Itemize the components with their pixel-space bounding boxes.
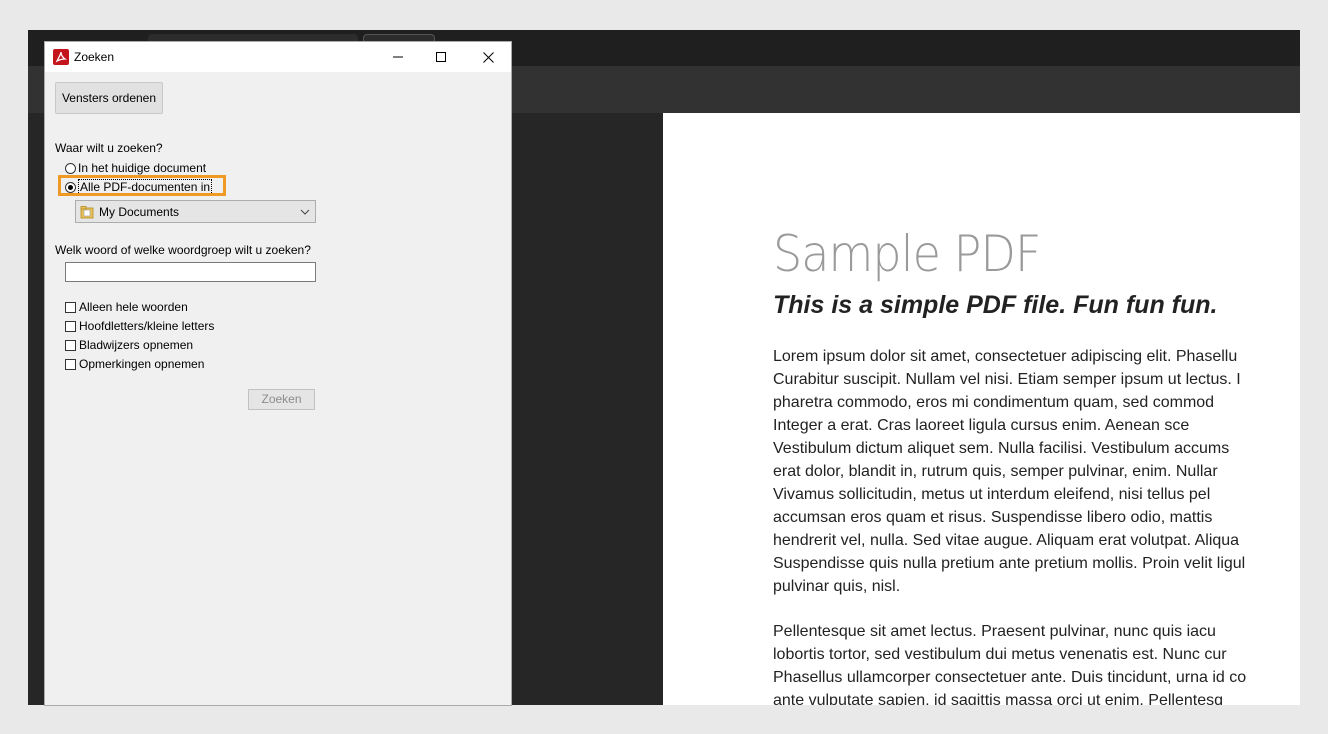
checkbox[interactable] <box>65 339 76 351</box>
close-button[interactable] <box>465 42 511 72</box>
checkbox[interactable] <box>65 301 76 313</box>
pdf-line: pharetra commodo, eros mi condimentum qu… <box>773 394 1215 411</box>
chevron-down-icon <box>300 209 310 215</box>
radio-current-document[interactable]: In het huidige document <box>65 160 206 176</box>
checkbox-label: Bladwijzers opnemen <box>79 338 194 352</box>
option-match-case[interactable]: Hoofdletters/kleine letters <box>65 318 214 334</box>
minimize-icon <box>393 56 403 58</box>
pdf-title: Sample PDF <box>773 225 1041 283</box>
checkbox-label: Opmerkingen opnemen <box>79 357 205 371</box>
dialog-titlebar[interactable]: Zoeken <box>45 42 511 72</box>
pdf-paragraph-2: Pellentesque sit amet lectus. Praesent p… <box>773 620 1300 705</box>
pdf-line: Curabitur suscipit. Nullam vel nisi. Eti… <box>773 371 1241 388</box>
pdf-line: Suspendisse quis nulla pretium ante pret… <box>773 555 1246 572</box>
search-dialog: Zoeken Vensters ordenen Waar wilt u zoek… <box>45 42 511 705</box>
search-input[interactable] <box>65 262 316 282</box>
option-include-bookmarks[interactable]: Bladwijzers opnemen <box>65 337 193 353</box>
pdf-line: Phasellus ullamcorper consectetuer ante.… <box>773 669 1247 686</box>
option-whole-words[interactable]: Alleen hele woorden <box>65 299 188 315</box>
acrobat-icon <box>53 49 69 65</box>
pdf-line: lobortis tortor, sed vestibulum dui metu… <box>773 646 1227 663</box>
dialog-title: Zoeken <box>74 50 115 64</box>
option-include-comments[interactable]: Opmerkingen opnemen <box>65 356 204 372</box>
radio-button-selected[interactable] <box>65 181 76 193</box>
pdf-line: accumsan eros quam et risus. Suspendisse… <box>773 509 1213 526</box>
folder-icon <box>80 205 94 219</box>
checkbox-label: Alleen hele woorden <box>79 300 188 314</box>
query-label: Welk woord of welke woordgroep wilt u zo… <box>55 243 311 257</box>
pdf-line: Pellentesque sit amet lectus. Praesent p… <box>773 623 1216 640</box>
folder-dropdown[interactable]: My Documents <box>75 200 316 223</box>
pdf-subtitle: This is a simple PDF file. Fun fun fun. <box>773 291 1218 319</box>
maximize-button[interactable] <box>418 42 464 72</box>
pdf-line: erat dolor, blandit in, rutrum quis, sem… <box>773 463 1218 480</box>
minimize-button[interactable] <box>375 42 421 72</box>
pdf-paragraph-1: Lorem ipsum dolor sit amet, consectetuer… <box>773 345 1300 598</box>
where-label: Waar wilt u zoeken? <box>55 141 163 155</box>
pdf-line: Integer a erat. Cras laoreet ligula curs… <box>773 417 1190 434</box>
radio-label: In het huidige document <box>78 161 207 175</box>
radio-all-pdf-documents[interactable]: Alle PDF-documenten in <box>65 179 213 195</box>
maximize-icon <box>436 52 446 62</box>
checkbox-label: Hoofdletters/kleine letters <box>79 319 215 333</box>
pdf-line: Vivamus sollicitudin, metus ut interdum … <box>773 486 1211 503</box>
arrange-windows-button[interactable]: Vensters ordenen <box>55 82 163 114</box>
close-icon <box>482 51 494 63</box>
pdf-line: Vestibulum dictum aliquet sem. Nulla fac… <box>773 440 1230 457</box>
pdf-line: pulvinar quis, nisl. <box>773 578 901 595</box>
pdf-line: Lorem ipsum dolor sit amet, consectetuer… <box>773 348 1238 365</box>
radio-button[interactable] <box>65 162 76 174</box>
pdf-line: ante vulputate sapien, id sagittis massa… <box>773 692 1224 705</box>
folder-value: My Documents <box>99 204 180 219</box>
checkbox[interactable] <box>65 320 76 332</box>
pdf-line: hendrerit vel, nulla. Sed vitae augue. A… <box>773 532 1240 549</box>
radio-label: Alle PDF-documenten in <box>78 179 213 195</box>
checkbox[interactable] <box>65 358 76 370</box>
pdf-page: Sample PDF This is a simple PDF file. Fu… <box>663 113 1300 705</box>
search-button[interactable]: Zoeken <box>248 389 315 410</box>
